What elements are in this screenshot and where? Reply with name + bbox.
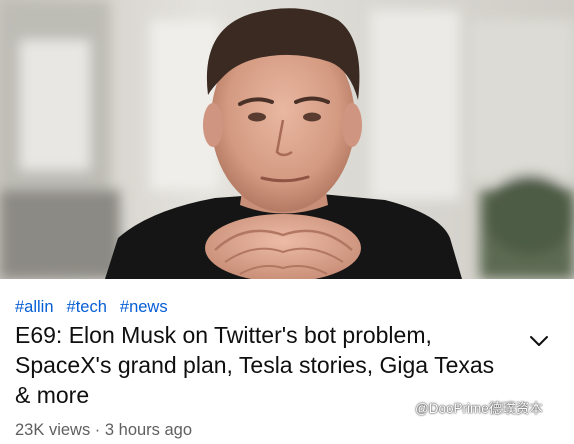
upload-age: 3 hours ago [104,421,193,439]
hashtag-news[interactable]: #news [120,298,168,316]
thumbnail-image [0,0,574,279]
expand-description-button[interactable] [526,328,552,354]
video-meta: #allin #tech #news E69: Elon Musk on Twitt… [0,279,574,444]
view-count: 23K views [15,421,91,439]
watermark: @DooPrime德璞资本 [398,400,543,418]
hashtag-tech[interactable]: #tech [67,298,107,316]
wechat-channel-icon [398,400,412,418]
video-stats: 23K views · 3 hours ago [15,420,192,440]
stats-separator: · [94,421,101,439]
hashtag-list: #allin #tech #news [15,297,181,317]
video-title[interactable]: E69: Elon Musk on Twitter's bot problem,… [15,320,495,410]
watermark-text: @DooPrime德璞资本 [415,401,543,416]
chevron-down-icon [530,336,548,346]
hashtag-allin[interactable]: #allin [15,298,54,316]
video-thumbnail[interactable] [0,0,574,279]
